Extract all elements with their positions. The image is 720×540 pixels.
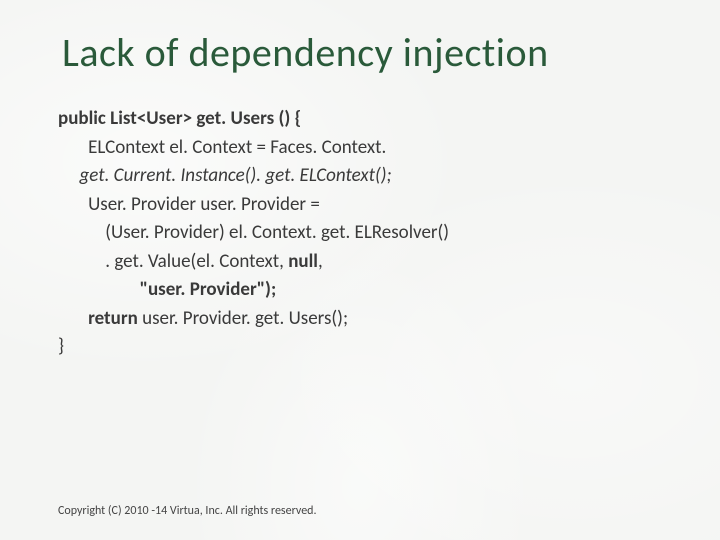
code-line-1: public List<User> get. Users () {: [58, 105, 720, 134]
code-line-5: (User. Provider) el. Context. get. ELRes…: [58, 219, 720, 248]
copyright-footer: Copyright (C) 2010 -14 Virtua, Inc. All …: [58, 504, 317, 518]
code-block: public List<User> get. Users () { ELCont…: [58, 105, 720, 362]
code-line-7: "user. Provider");: [58, 276, 720, 305]
code-line-9: }: [58, 333, 720, 362]
code-line-4: User. Provider user. Provider =: [58, 191, 720, 220]
code-line-8: return user. Provider. get. Users();: [58, 305, 720, 334]
code-line-3: get. Current. Instance(). get. ELContext…: [58, 162, 720, 191]
code-line-2: ELContext el. Context = Faces. Context.: [58, 134, 720, 163]
slide-title: Lack of dependency injection: [0, 0, 720, 77]
code-line-6: . get. Value(el. Context, null,: [58, 248, 720, 277]
